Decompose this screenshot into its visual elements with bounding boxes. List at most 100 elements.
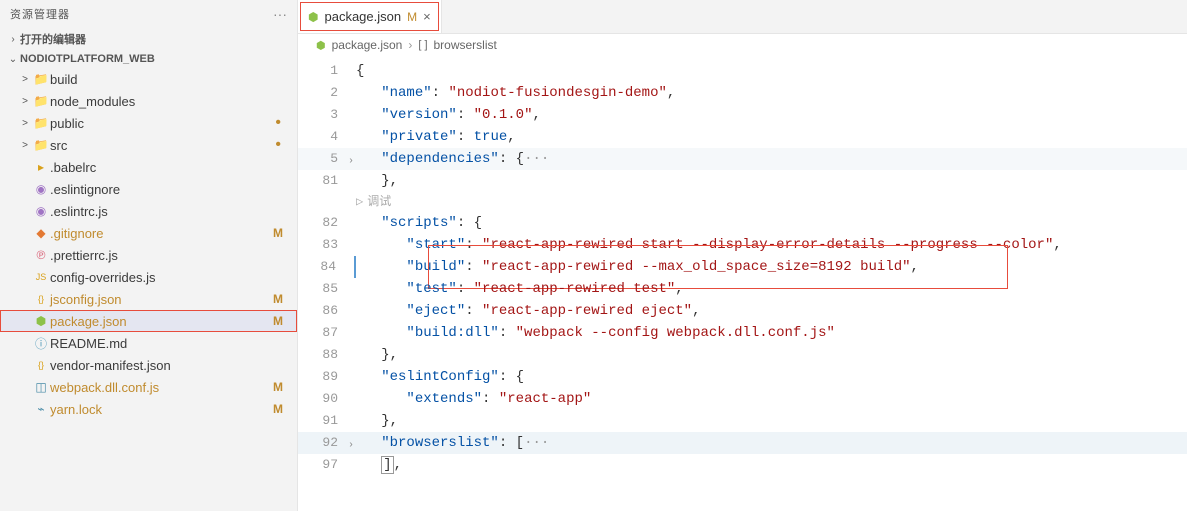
explorer-header: 资源管理器 ··· [0, 0, 297, 28]
code-line[interactable]: 91 }, [298, 410, 1187, 432]
chevron-down-icon: ⌄ [6, 54, 20, 65]
folder-build[interactable]: >📁build [0, 68, 297, 90]
chevron-right-icon: › [6, 34, 20, 45]
tree-item-label: webpack.dll.conf.js [50, 380, 273, 395]
folder-public[interactable]: >📁public• [0, 112, 297, 134]
file-.babelrc[interactable]: ▸.babelrc [0, 156, 297, 178]
explorer-sidebar: 资源管理器 ··· › 打开的编辑器 ⌄ NODIOTPLATFORM_WEB … [0, 0, 298, 511]
editor-area: ⬢ package.json M × ⬢ package.json › [ ] … [298, 0, 1187, 511]
git-icon: ◆ [32, 226, 50, 240]
code-line[interactable]: 84 "build": "react-app-rewired --max_old… [298, 256, 1187, 278]
code-content: "browserslist": [··· [356, 432, 1187, 454]
file-.eslintrc.js[interactable]: ◉.eslintrc.js [0, 200, 297, 222]
tab-title: package.json [324, 9, 401, 24]
code-editor[interactable]: 1{2 "name": "nodiot-fusiondesgin-demo",3… [298, 56, 1187, 511]
more-actions-icon[interactable]: ··· [273, 6, 287, 22]
code-line[interactable]: 81 }, [298, 170, 1187, 192]
prettier-icon: ℗ [32, 248, 50, 262]
line-number: 91 [298, 410, 356, 432]
code-line[interactable]: 2 "name": "nodiot-fusiondesgin-demo", [298, 82, 1187, 104]
code-content: "name": "nodiot-fusiondesgin-demo", [356, 82, 1187, 104]
code-content: }, [356, 410, 1187, 432]
code-line[interactable]: 88 }, [298, 344, 1187, 366]
code-line[interactable]: 97 ], [298, 454, 1187, 476]
file-config-overrides.js[interactable]: JSconfig-overrides.js [0, 266, 297, 288]
code-line[interactable]: 89 "eslintConfig": { [298, 366, 1187, 388]
project-name: NODIOTPLATFORM_WEB [20, 53, 291, 65]
file-README.md[interactable]: ⓘREADME.md [0, 332, 297, 354]
file-package.json[interactable]: ⬢package.jsonM [0, 310, 297, 332]
file-vendor-manifest.json[interactable]: {}vendor-manifest.json [0, 354, 297, 376]
js-icon: JS [32, 272, 50, 282]
eslint-icon: ◉ [32, 182, 50, 196]
npm-icon: ⬢ [316, 39, 326, 52]
folder-icon: 📁 [32, 116, 50, 130]
line-number: 87 [298, 322, 356, 344]
code-content: }, [356, 170, 1187, 192]
tree-item-label: jsconfig.json [50, 292, 273, 307]
open-editors-section[interactable]: › 打开的编辑器 [0, 28, 297, 50]
play-icon: ▷ [356, 191, 363, 213]
code-line[interactable]: 4 "private": true, [298, 126, 1187, 148]
breadcrumb-file: package.json [332, 38, 403, 52]
file-.prettierrc.js[interactable]: ℗.prettierrc.js [0, 244, 297, 266]
line-number: 89 [298, 366, 356, 388]
babel-icon: ▸ [32, 160, 50, 174]
code-content: "dependencies": {··· [356, 148, 1187, 170]
npm-icon: ⬢ [32, 314, 50, 328]
line-number: 97 [298, 454, 356, 476]
tree-item-label: build [50, 72, 287, 87]
breadcrumb[interactable]: ⬢ package.json › [ ] browserslist [298, 34, 1187, 56]
folder-icon: 📁 [32, 138, 50, 152]
tree-item-label: .eslintignore [50, 182, 287, 197]
tab-package-json[interactable]: ⬢ package.json M × [298, 0, 442, 33]
line-number: 5› [298, 148, 356, 170]
line-number: 1 [298, 60, 356, 82]
code-content: "extends": "react-app" [356, 388, 1187, 410]
code-content: }, [356, 344, 1187, 366]
file-webpack.dll.conf.js[interactable]: ◫webpack.dll.conf.jsM [0, 376, 297, 398]
code-content: "eject": "react-app-rewired eject", [356, 300, 1187, 322]
code-line[interactable]: 92› "browserslist": [··· [298, 432, 1187, 454]
line-number: 81 [298, 170, 356, 192]
close-icon[interactable]: × [423, 9, 431, 24]
tab-bar: ⬢ package.json M × [298, 0, 1187, 34]
file-.eslintignore[interactable]: ◉.eslintignore [0, 178, 297, 200]
chevron-right-icon: › [408, 38, 412, 52]
json-icon: {} [32, 360, 50, 370]
code-line[interactable]: 86 "eject": "react-app-rewired eject", [298, 300, 1187, 322]
chevron-right-icon: > [18, 74, 32, 85]
code-line[interactable]: 1{ [298, 60, 1187, 82]
tab-modified-badge: M [407, 10, 417, 24]
code-line[interactable]: 5› "dependencies": {··· [298, 148, 1187, 170]
code-content: { [356, 60, 1187, 82]
code-content: "private": true, [356, 126, 1187, 148]
chevron-right-icon: > [18, 118, 32, 129]
line-number: 92› [298, 432, 356, 454]
code-content: "start": "react-app-rewired start --disp… [356, 234, 1187, 256]
folder-node_modules[interactable]: >📁node_modules [0, 90, 297, 112]
tree-item-label: vendor-manifest.json [50, 358, 287, 373]
project-section[interactable]: ⌄ NODIOTPLATFORM_WEB [0, 50, 297, 68]
line-number: 2 [298, 82, 356, 104]
code-line[interactable]: 85 "test": "react-app-rewired test", [298, 278, 1187, 300]
tree-item-label: .prettierrc.js [50, 248, 287, 263]
tree-item-label: package.json [50, 314, 273, 329]
file-.gitignore[interactable]: ◆.gitignoreM [0, 222, 297, 244]
eslint-icon: ◉ [32, 204, 50, 218]
line-number: 82 [298, 212, 356, 234]
line-number: 3 [298, 104, 356, 126]
code-line[interactable]: 90 "extends": "react-app" [298, 388, 1187, 410]
file-jsconfig.json[interactable]: {}jsconfig.jsonM [0, 288, 297, 310]
tree-item-label: public [50, 116, 275, 131]
folder-green-icon: 📁 [32, 94, 50, 108]
tree-item-label: src [50, 138, 275, 153]
code-line[interactable]: 83 "start": "react-app-rewired start --d… [298, 234, 1187, 256]
file-yarn.lock[interactable]: ⌁yarn.lockM [0, 398, 297, 420]
git-status-badge: M [273, 402, 287, 416]
code-line[interactable]: 87 "build:dll": "webpack --config webpac… [298, 322, 1187, 344]
code-line[interactable]: 82 "scripts": { [298, 212, 1187, 234]
debug-codelens[interactable]: ▷调试 [298, 192, 1187, 212]
folder-src[interactable]: >📁src• [0, 134, 297, 156]
code-line[interactable]: 3 "version": "0.1.0", [298, 104, 1187, 126]
